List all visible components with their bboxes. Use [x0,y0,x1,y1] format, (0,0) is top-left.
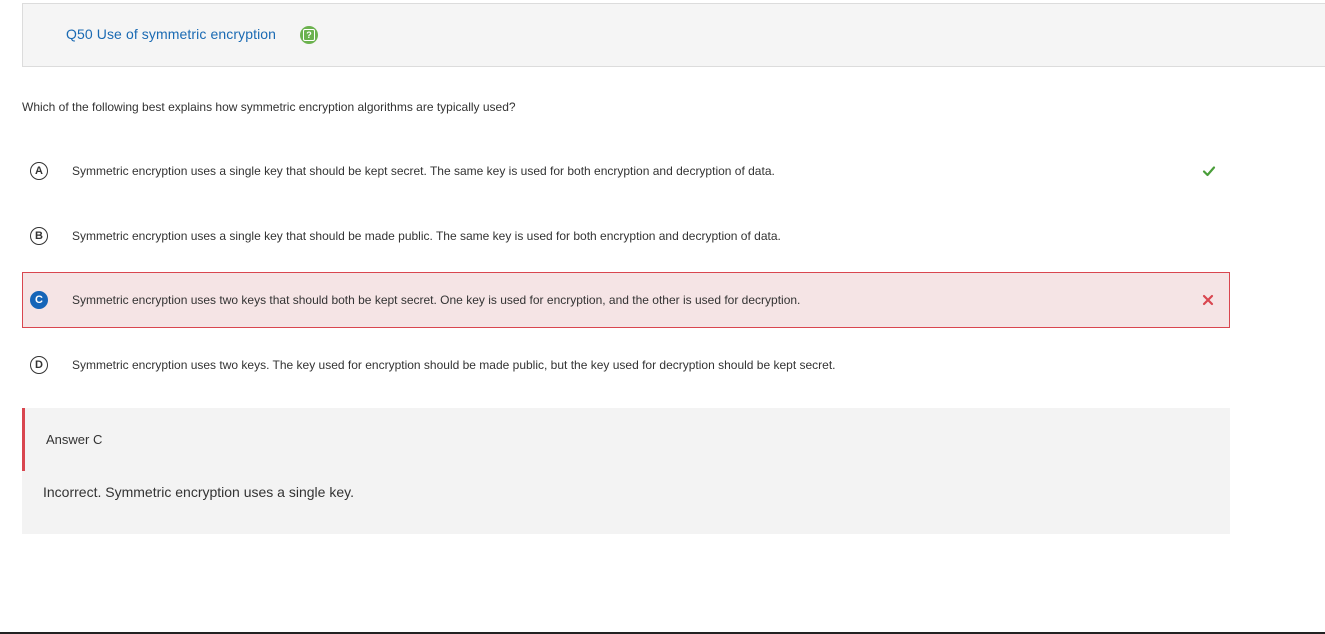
choice-a[interactable]: A Symmetric encryption uses a single key… [22,143,1230,199]
answer-accent-bar [22,408,25,471]
answer-panel: Answer C Incorrect. Symmetric encryption… [22,408,1230,534]
choice-a-text: Symmetric encryption uses a single key t… [72,164,775,178]
choice-c[interactable]: C Symmetric encryption uses two keys tha… [22,272,1230,328]
choice-c-letter[interactable]: C [30,291,48,309]
choice-b-letter[interactable]: B [30,227,48,245]
question-header: Q50 Use of symmetric encryption ? [22,3,1325,67]
choice-d-letter[interactable]: D [30,356,48,374]
x-mark-icon [1202,294,1214,306]
answer-label: Answer C [46,432,103,447]
choice-b-text: Symmetric encryption uses a single key t… [72,229,781,243]
question-prompt: Which of the following best explains how… [22,100,516,114]
answer-feedback: Incorrect. Symmetric encryption uses a s… [43,484,354,500]
choice-c-text: Symmetric encryption uses two keys that … [72,293,801,307]
choice-b[interactable]: B Symmetric encryption uses a single key… [22,208,1230,264]
help-icon-glyph: ? [303,29,315,41]
question-title: Q50 Use of symmetric encryption [66,26,277,42]
checkmark-icon [1202,166,1216,177]
choice-a-letter[interactable]: A [30,162,48,180]
choice-d-text: Symmetric encryption uses two keys. The … [72,358,836,372]
choice-d[interactable]: D Symmetric encryption uses two keys. Th… [22,337,1230,393]
question-mark-icon[interactable]: ? [300,26,318,44]
